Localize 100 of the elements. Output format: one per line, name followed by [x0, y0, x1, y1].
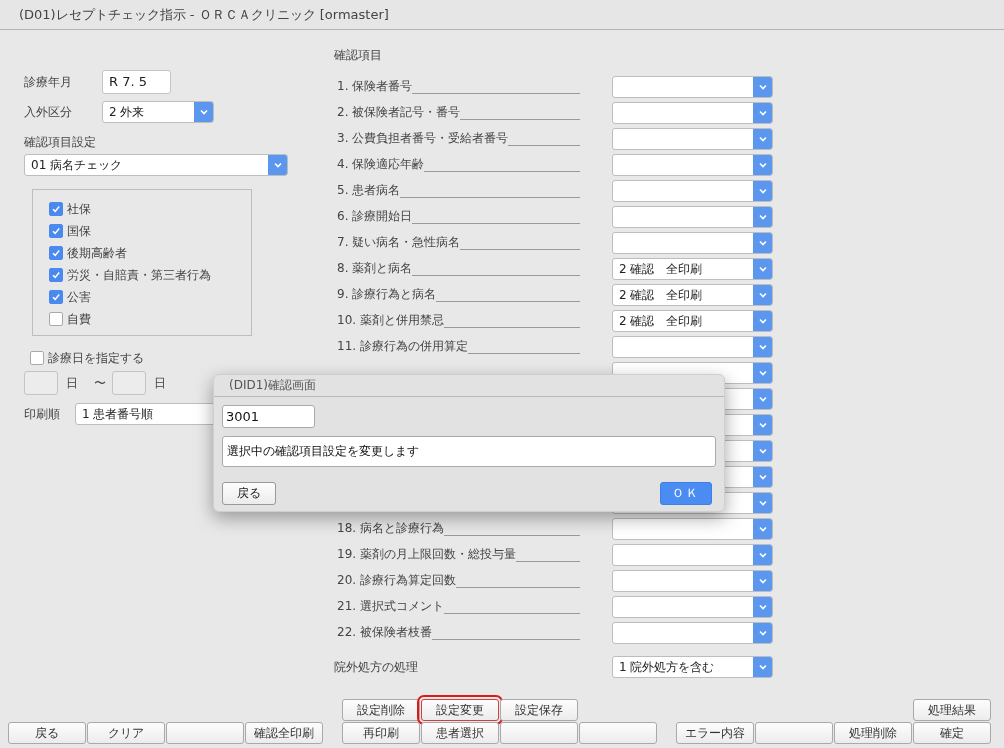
function-key[interactable]: 確認全印刷	[245, 722, 323, 744]
check-item-label: 5. 患者病名	[336, 182, 401, 199]
chevron-down-icon	[757, 83, 768, 91]
dropdown[interactable]	[612, 180, 773, 202]
chevron-down-icon	[757, 473, 768, 481]
dialog-title: (DID1)確認画面	[229, 378, 317, 392]
dropdown[interactable]: 2 確認 全印刷	[612, 310, 773, 332]
blank-key[interactable]	[579, 722, 657, 744]
check-item-label: 19. 薬剤の月上限回数・総投与量	[336, 546, 516, 563]
chevron-down-icon	[272, 161, 283, 169]
checkbox[interactable]	[49, 268, 63, 282]
day-field[interactable]	[24, 371, 58, 395]
checkbox-label: 国保	[67, 222, 91, 240]
function-key[interactable]: 処理結果	[913, 699, 991, 721]
year-month-field[interactable]: R 7. 5	[102, 70, 171, 94]
dropdown[interactable]	[612, 596, 773, 618]
checkbox-label: 公害	[67, 288, 91, 306]
chevron-down-icon	[757, 343, 768, 351]
dropdown[interactable]	[612, 622, 773, 644]
dropdown[interactable]	[612, 570, 773, 592]
check-item-label: 8. 薬剤と病名	[336, 260, 413, 277]
dropdown[interactable]	[612, 544, 773, 566]
chevron-down-icon	[757, 291, 768, 299]
function-key[interactable]: エラー内容	[676, 722, 754, 744]
field-label: 院外処方の処理	[334, 658, 419, 676]
day-unit: 日	[66, 374, 78, 392]
dropdown[interactable]	[612, 232, 773, 254]
check-item-label: 10. 薬剤と併用禁忌	[336, 312, 444, 329]
window-title: (D01)レセプトチェック指示 - ＯＲＣＡクリニック [ormaster]	[19, 7, 389, 22]
dropdown[interactable]	[612, 154, 773, 176]
dropdown[interactable]: 01 病名チェック	[24, 154, 288, 176]
function-key[interactable]: 設定保存	[500, 699, 578, 721]
back-button[interactable]: 戻る	[222, 482, 276, 505]
dropdown[interactable]: 2 外来	[102, 101, 214, 123]
checkbox[interactable]	[49, 202, 63, 216]
chevron-down-icon	[757, 663, 768, 671]
blank-key[interactable]	[500, 722, 578, 744]
checkbox[interactable]	[30, 351, 44, 365]
dropdown[interactable]	[612, 76, 773, 98]
field-label: 確認項目設定	[24, 134, 96, 148]
section-title: 確認項目	[334, 47, 382, 61]
dropdown[interactable]: 2 確認 全印刷	[612, 284, 773, 306]
checkbox[interactable]	[49, 290, 63, 304]
check-item-label: 1. 保険者番号	[336, 78, 413, 95]
chevron-down-icon	[757, 135, 768, 143]
check-item-label: 21. 選択式コメント	[336, 598, 444, 615]
function-key[interactable]: クリア	[87, 722, 165, 744]
chevron-down-icon	[757, 629, 768, 637]
chevron-down-icon	[757, 603, 768, 611]
chevron-down-icon	[757, 551, 768, 559]
chevron-down-icon	[757, 577, 768, 585]
blank-key[interactable]	[755, 722, 833, 744]
check-item-label: 7. 疑い病名・急性病名	[336, 234, 461, 251]
checkbox[interactable]	[49, 312, 63, 326]
chevron-down-icon	[757, 213, 768, 221]
checkbox[interactable]	[49, 224, 63, 238]
checkbox-label: 社保	[67, 200, 91, 218]
field-label: 印刷順	[24, 405, 61, 423]
chevron-down-icon	[757, 317, 768, 325]
day-field[interactable]	[112, 371, 146, 395]
function-key[interactable]: 患者選択	[421, 722, 499, 744]
function-key[interactable]: 再印刷	[342, 722, 420, 744]
check-item-label: 22. 被保険者枝番	[336, 624, 432, 641]
dropdown[interactable]	[612, 128, 773, 150]
dropdown[interactable]: 1 院外処方を含む	[612, 656, 773, 678]
check-item-label: 18. 病名と診療行為	[336, 520, 444, 537]
checkbox-label: 後期高齢者	[67, 244, 127, 262]
checkmark-icon	[51, 226, 61, 236]
function-key[interactable]: 設定削除	[342, 699, 420, 721]
function-key[interactable]: 処理削除	[834, 722, 912, 744]
dropdown[interactable]	[612, 336, 773, 358]
check-item-label: 20. 診療行為算定回数	[336, 572, 456, 589]
checkmark-icon	[51, 204, 61, 214]
chevron-down-icon	[757, 421, 768, 429]
dropdown[interactable]	[612, 206, 773, 228]
checkbox[interactable]	[49, 246, 63, 260]
chevron-down-icon	[757, 161, 768, 169]
checkbox-label: 診療日を指定する	[48, 349, 144, 367]
dropdown[interactable]: 2 確認 全印刷	[612, 258, 773, 280]
check-item-label: 4. 保険適応年齢	[336, 156, 425, 173]
code-field[interactable]: 3001	[222, 405, 315, 428]
dropdown[interactable]	[612, 518, 773, 540]
check-item-label: 9. 診療行為と病名	[336, 286, 437, 303]
function-key[interactable]: 確定	[913, 722, 991, 744]
day-unit: 日	[154, 374, 166, 392]
check-item-label: 3. 公費負担者番号・受給者番号	[336, 130, 509, 147]
check-item-label: 11. 診療行為の併用算定	[336, 338, 468, 355]
blank-key[interactable]	[166, 722, 244, 744]
field-label: 診療年月	[24, 73, 73, 91]
range-tilde: 〜	[94, 374, 106, 392]
checkbox-label: 労災・自賠責・第三者行為	[67, 266, 211, 284]
dropdown[interactable]	[612, 102, 773, 124]
checkmark-icon	[51, 248, 61, 258]
chevron-down-icon	[757, 447, 768, 455]
check-item-label: 2. 被保険者記号・番号	[336, 104, 461, 121]
checkmark-icon	[51, 292, 61, 302]
field-label: 入外区分	[24, 103, 73, 121]
function-key[interactable]: 戻る	[8, 722, 86, 744]
chevron-down-icon	[757, 525, 768, 533]
check-item-label: 6. 診療開始日	[336, 208, 413, 225]
